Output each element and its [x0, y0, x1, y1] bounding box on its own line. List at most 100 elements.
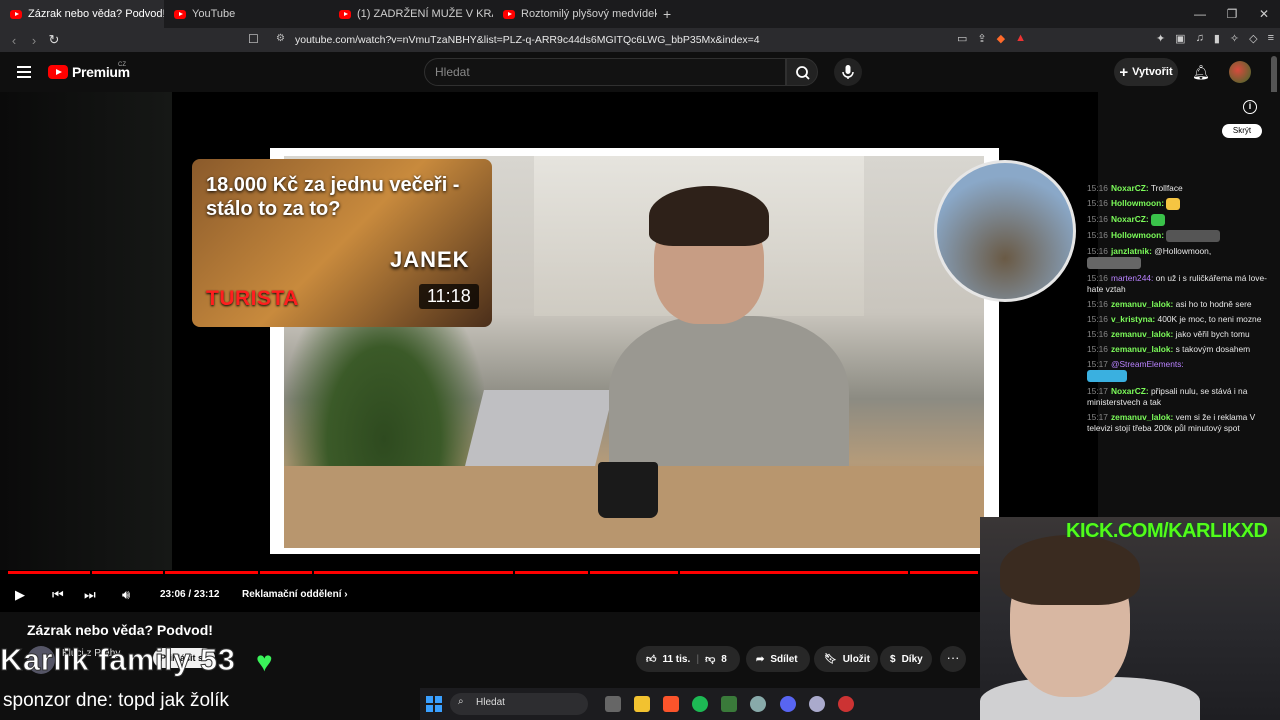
- chat-user[interactable]: NoxarCZ:: [1111, 386, 1149, 396]
- discord-icon[interactable]: [780, 696, 796, 712]
- chapter-marker: [258, 571, 260, 574]
- leo-icon[interactable]: ✧: [1230, 32, 1239, 45]
- chat-user[interactable]: marten244:: [1111, 273, 1153, 283]
- notifications-bell-icon[interactable]: 🔔︎: [1192, 64, 1210, 81]
- progress-bar[interactable]: [8, 571, 978, 574]
- share-icon[interactable]: ⇪: [977, 32, 986, 45]
- chat-user[interactable]: zemanuv_lalok:: [1111, 412, 1173, 422]
- chat-message: 15:16 Hollowmoon:: [1087, 230, 1277, 242]
- chat-time: 15:17: [1087, 359, 1108, 369]
- chat-user[interactable]: zemanuv_lalok:: [1111, 299, 1173, 309]
- close-window-icon[interactable]: ✕: [1248, 7, 1280, 21]
- spotify-icon[interactable]: [692, 696, 708, 712]
- chat-message: 15:16 zemanuv_lalok: s takovým dosahem: [1087, 344, 1277, 355]
- end-screen-video-card[interactable]: 18.000 Kč za jednu večeři - stálo to za …: [192, 159, 492, 327]
- play-icon[interactable]: ▶: [15, 587, 25, 603]
- chat-user[interactable]: Hollowmoon:: [1111, 198, 1164, 208]
- create-label: Vytvořit: [1132, 66, 1173, 78]
- chat-user[interactable]: zemanuv_lalok:: [1111, 344, 1173, 354]
- windows-start-icon[interactable]: [426, 696, 442, 712]
- forward-icon[interactable]: ›: [24, 33, 44, 48]
- menu-icon[interactable]: ≡: [1268, 32, 1274, 45]
- tab-label: Zázrak nebo věda? Podvod!: [28, 8, 164, 20]
- streamer-hair: [1000, 535, 1140, 605]
- rewards-icon[interactable]: ▲: [1015, 32, 1026, 45]
- avatar[interactable]: [1229, 61, 1251, 83]
- youtube-premium-logo[interactable]: Premium CZ: [48, 62, 130, 80]
- more-actions-button[interactable]: ···: [940, 646, 966, 672]
- hide-chat-button[interactable]: Skrýt: [1222, 124, 1262, 138]
- tab-medvidek[interactable]: Roztomilý plyšový medvídek je zárov: [493, 0, 657, 28]
- previous-icon[interactable]: ⏮︎: [52, 587, 64, 603]
- vpn-icon[interactable]: ◇: [1249, 32, 1257, 45]
- extensions-icon[interactable]: ✦: [1156, 32, 1165, 45]
- minimize-icon[interactable]: —: [1184, 7, 1216, 21]
- taskbar-search-label: Hledat: [476, 697, 505, 708]
- chat-user[interactable]: zemanuv_lalok:: [1111, 329, 1173, 339]
- like-dislike-button[interactable]: 👍︎ 11 tis. | 👎︎ 8: [636, 646, 740, 672]
- site-settings-icon[interactable]: ⚙: [276, 33, 285, 44]
- chat-user[interactable]: Hollowmoon:: [1111, 230, 1164, 240]
- end-screen-channel-circle[interactable]: [934, 160, 1076, 302]
- time-display: 23:06 / 23:12: [160, 589, 220, 600]
- music-icon[interactable]: ♫: [1196, 32, 1204, 45]
- chapter-title[interactable]: Reklamační oddělení ›: [242, 589, 348, 600]
- chat-user[interactable]: v_kristyna:: [1111, 314, 1155, 324]
- app2-icon[interactable]: [809, 696, 825, 712]
- screenshot-icon[interactable]: ▭: [957, 32, 967, 45]
- ccleaner-icon[interactable]: [750, 696, 766, 712]
- kick-url-overlay: KICK.COM/KARLIKXD: [1066, 520, 1268, 542]
- info-icon[interactable]: i: [1243, 100, 1257, 114]
- browser-toolbar-icons: ▭ ⇪ ◆ ▲ ✦ ▣ ♫ ▮ ✧ ◇ ≡: [957, 32, 1274, 45]
- brave-shield-icon[interactable]: ◆: [997, 32, 1005, 45]
- chat-user[interactable]: NoxarCZ:: [1111, 214, 1149, 224]
- bookmark-icon[interactable]: ☐: [248, 32, 259, 46]
- search-button[interactable]: [786, 58, 818, 86]
- brave-icon[interactable]: [663, 696, 679, 712]
- file-explorer-icon[interactable]: [634, 696, 650, 712]
- thanks-button[interactable]: $ Díky: [880, 646, 932, 672]
- chat-message: 15:16 Hollowmoon:: [1087, 198, 1277, 210]
- tab-zadrzeni[interactable]: (1) ZADRŽENÍ MUŽE V KRADENÉM A: [329, 0, 493, 28]
- chat-user[interactable]: janzlatnik:: [1111, 246, 1152, 256]
- save-button[interactable]: 🔖︎ Uložit: [814, 646, 878, 672]
- obs-icon[interactable]: [838, 696, 854, 712]
- chat-text: Trollface: [1150, 183, 1183, 193]
- next-icon[interactable]: ⏭︎: [84, 587, 96, 603]
- video-player[interactable]: 18.000 Kč za jednu večeři - stálo to za …: [0, 92, 1098, 612]
- chat-message: 15:17 zemanuv_lalok: vem si že i reklama …: [1087, 412, 1277, 434]
- chat-time: 15:16: [1087, 314, 1108, 324]
- youtube-favicon-icon: [339, 9, 351, 19]
- tab-youtube[interactable]: YouTube: [164, 0, 329, 28]
- hamburger-menu-icon[interactable]: [17, 66, 31, 78]
- tab-zazrak[interactable]: Zázrak nebo věda? Podvod! ×: [0, 0, 164, 28]
- taskbar-search[interactable]: ⌕ Hledat: [450, 693, 588, 715]
- emote-icon: [1087, 257, 1141, 269]
- back-icon[interactable]: ‹: [4, 33, 24, 48]
- wallet-icon[interactable]: ▣: [1175, 32, 1185, 45]
- chat-time: 15:17: [1087, 386, 1108, 396]
- new-tab-button[interactable]: +: [663, 6, 671, 22]
- voice-search-button[interactable]: [834, 58, 862, 86]
- sidebar-icon[interactable]: ▮: [1214, 32, 1220, 45]
- search-input[interactable]: Hledat: [424, 58, 786, 86]
- chat-time: 15:17: [1087, 412, 1108, 422]
- create-button[interactable]: + Vytvořit: [1114, 58, 1178, 86]
- app-icon[interactable]: [721, 696, 737, 712]
- share-button[interactable]: ➦ Sdílet: [746, 646, 810, 672]
- url-field[interactable]: youtube.com/watch?v=nVmuTzaNBHY&list=PLZ…: [295, 34, 760, 46]
- task-view-icon[interactable]: [605, 696, 621, 712]
- chat-message: 15:16 zemanuv_lalok: asi ho to hodně sere: [1087, 299, 1277, 310]
- window-controls: — ❐ ✕: [1184, 0, 1280, 28]
- logo-region: CZ: [118, 62, 126, 68]
- thanks-label: Díky: [901, 653, 923, 665]
- maximize-icon[interactable]: ❐: [1216, 7, 1248, 21]
- chat-message: 15:16 NoxarCZ:: [1087, 214, 1277, 226]
- reload-icon[interactable]: ↻: [44, 32, 64, 48]
- volume-icon[interactable]: 🔊︎: [122, 587, 130, 603]
- chat-user[interactable]: @StreamElements:: [1111, 359, 1184, 369]
- chat-time: 15:16: [1087, 246, 1108, 256]
- chat-user[interactable]: NoxarCZ:: [1111, 183, 1149, 193]
- save-label: Uložit: [842, 653, 870, 665]
- video-title: Zázrak nebo věda? Podvod!: [27, 622, 213, 638]
